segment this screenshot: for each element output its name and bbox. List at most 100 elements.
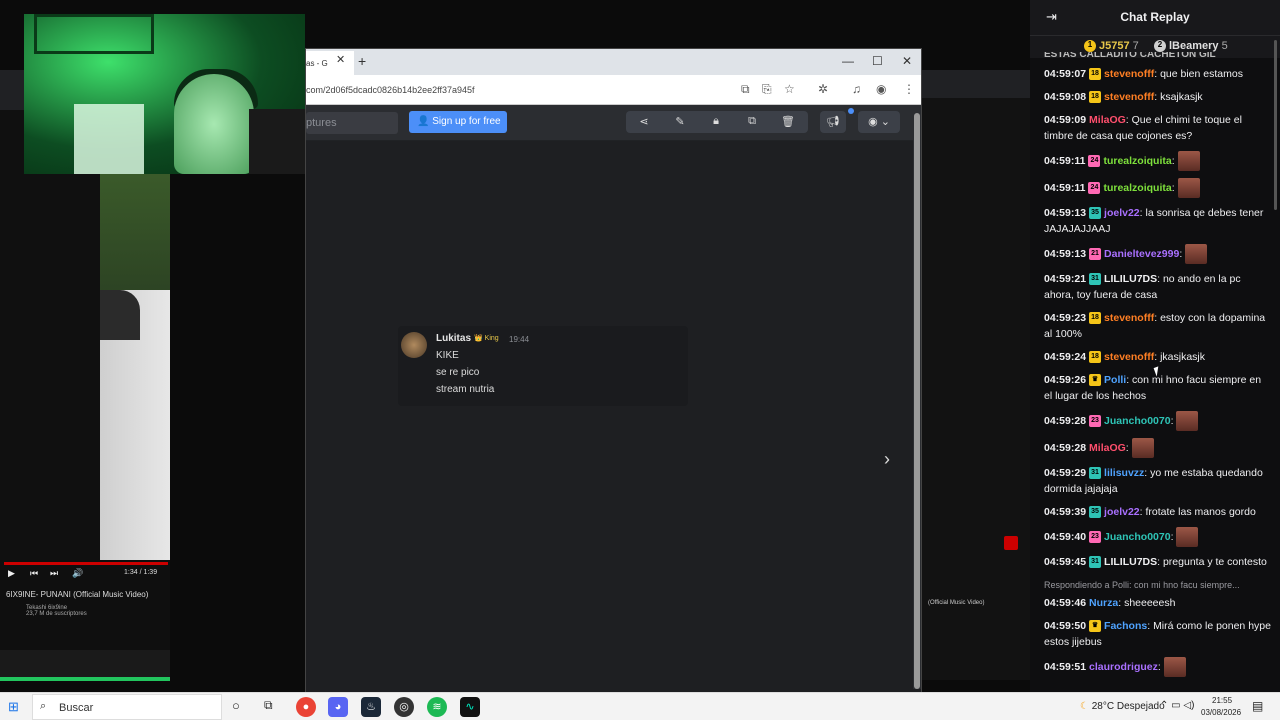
chat-message: 04:59:28 23 Juancho0070: [1044, 411, 1272, 431]
trash-icon[interactable]: 🗑︎ [770, 111, 806, 133]
chat-message: 04:59:39 35 joelv22: frotate las manos gor… [1044, 506, 1256, 519]
chat-username[interactable]: LILILU7DS [1104, 273, 1157, 285]
audio-app-icon[interactable]: ∿ [460, 697, 480, 717]
sub-badge: 18 [1089, 312, 1102, 325]
chat-username[interactable]: turealzoiquita [1103, 155, 1171, 167]
close-tab-icon[interactable]: ✕ [336, 53, 345, 66]
chat-username[interactable]: Polli [1104, 374, 1126, 386]
address-bar: com/2d06f5dcadc0826b14b2ee2ff37a945f ⧉ ⎘… [306, 75, 921, 105]
signup-button[interactable]: 👤 Sign up for free [409, 111, 507, 133]
crown-badge-icon: ♛ [1089, 620, 1102, 633]
sub-badge: 21 [1089, 248, 1102, 260]
chat-username[interactable]: stevenofff [1104, 351, 1154, 363]
chat-message: 04:59:29 31 lilisuvzz: yo me estaba quedan… [1044, 467, 1263, 495]
leader-entry: 1 J5757 7 [1084, 40, 1139, 53]
chat-replay-panel: ⇥ Chat Replay 1 J5757 7 2 lBeamery 5 ESTAS… [1030, 0, 1280, 692]
chat-timestamp: 04:59:24 [1044, 351, 1087, 363]
chat-message: 04:59:24 18 stevenofff: jkasjkasjk [1044, 351, 1205, 364]
chat-timestamp: 04:59:13 [1044, 247, 1087, 260]
task-view-icon[interactable]: ⧉ [264, 698, 273, 713]
chat-message: 04:59:07 18 stevenofff: que bien estamos [1044, 68, 1243, 81]
chat-text: ksajkasjk [1160, 91, 1203, 103]
chat-text: que bien estamos [1160, 68, 1243, 80]
spotify-icon[interactable]: ≋ [427, 697, 447, 717]
scrollbar-thumb[interactable] [914, 113, 920, 689]
right-youtube-video [920, 70, 1030, 680]
chat-username[interactable]: lilisuvzz [1104, 467, 1144, 479]
weather-widget[interactable]: ☾ 28°C Despejado [1080, 701, 1165, 712]
sub-badge: 24 [1088, 182, 1101, 194]
chat-username[interactable]: LILILU7DS [1104, 556, 1157, 568]
sub-badge: 35 [1089, 506, 1102, 519]
lock-icon[interactable]: 🔒︎ [698, 111, 734, 133]
chat-username[interactable]: Juancho0070 [1104, 415, 1171, 427]
chat-username[interactable]: joelv22 [1104, 207, 1140, 219]
browser-tab[interactable]: as - G [306, 51, 354, 75]
chat-username[interactable]: stevenofff [1104, 312, 1154, 324]
taskbar-search[interactable]: Buscar [32, 694, 222, 720]
minimize-icon[interactable]: — [842, 54, 854, 68]
chat-title: Chat Replay [1120, 10, 1190, 24]
weather-icon: ☾ [1080, 701, 1089, 712]
chat-username[interactable]: Fachons [1104, 620, 1147, 632]
discord-icon[interactable]: ◕ [328, 697, 348, 717]
youtube-logo-icon [1004, 536, 1018, 550]
install-icon[interactable]: ⎘ [762, 82, 772, 97]
previous-icon: ⏮ [30, 568, 39, 578]
profile-avatar[interactable]: ◉ [876, 82, 886, 96]
chat-timestamp: 04:59:39 [1044, 506, 1087, 518]
chrome-icon[interactable]: ● [296, 697, 316, 717]
pencil-icon[interactable]: ✎ [662, 111, 698, 133]
chat-timestamp: 04:59:40 [1044, 530, 1087, 543]
notification-icon[interactable]: ▤ [1252, 699, 1263, 713]
chat-username[interactable]: stevenofff [1104, 68, 1154, 80]
share-icon[interactable]: ⋖ [626, 111, 662, 133]
reply-context: Respondiendo a Polli: con mi hno facu si… [1044, 580, 1240, 590]
steam-icon[interactable]: ♨ [361, 697, 381, 717]
chat-username[interactable]: claurodriguez [1089, 661, 1158, 673]
next-arrow-icon[interactable]: › [884, 449, 890, 470]
app-toolbar: ptures 👤 Sign up for free ⋖ ✎ 🔒︎ ⧉ 🗑︎ 📢︎… [306, 105, 921, 141]
cortana-icon[interactable]: ○ [232, 698, 240, 713]
volume-icon: 🔊 [72, 568, 84, 578]
translate-icon[interactable]: ⧉ [741, 82, 750, 97]
chat-timestamp: 04:59:08 [1044, 91, 1087, 103]
url-field[interactable]: com/2d06f5dcadc0826b14b2ee2ff37a945f [306, 85, 474, 95]
chat-timestamp: 04:59:23 [1044, 312, 1087, 324]
chat-username[interactable]: Nurza [1089, 597, 1118, 609]
megaphone-icon[interactable]: 📢︎ [820, 111, 846, 133]
screenshot-viewer [306, 141, 921, 693]
leader-entry: 2 lBeamery 5 [1154, 40, 1228, 53]
chat-scrollbar[interactable] [1274, 40, 1277, 210]
bookmark-star-icon[interactable]: ☆ [784, 82, 795, 96]
clock-date[interactable]: 03/08/2026 [1201, 708, 1241, 717]
windows-start-icon[interactable]: ⊞ [8, 699, 19, 715]
chat-username[interactable]: joelv22 [1104, 506, 1140, 518]
chat-header: ⇥ Chat Replay [1030, 0, 1280, 36]
obs-icon[interactable]: ◎ [394, 697, 414, 717]
chat-text: frotate las manos gordo [1145, 506, 1256, 518]
progress-strip [0, 677, 170, 681]
extensions-icon[interactable]: ✲ [818, 82, 828, 96]
chat-username[interactable]: stevenofff [1104, 91, 1154, 103]
media-icon[interactable]: ♫ [852, 82, 861, 96]
new-tab-icon[interactable]: + [358, 53, 366, 69]
video-time: 1:34 / 1:39 [124, 569, 158, 576]
chat-username[interactable]: MilaOG [1089, 114, 1126, 126]
search-input[interactable]: ptures [306, 112, 398, 134]
duplicate-icon[interactable]: ⧉ [734, 111, 770, 133]
user-menu-button[interactable]: ◉ ⌄ [858, 111, 900, 133]
browser-window: as - G ✕ + — ☐ ✕ com/2d06f5dcadc0826b14b… [305, 48, 922, 694]
close-window-icon[interactable]: ✕ [902, 54, 912, 68]
chat-username[interactable]: MilaOG [1089, 442, 1126, 454]
sub-badge: 18 [1089, 351, 1102, 364]
maximize-icon[interactable]: ☐ [872, 54, 883, 68]
clock-time[interactable]: 21:55 [1212, 696, 1232, 705]
chat-username[interactable]: Juancho0070 [1104, 531, 1171, 543]
menu-kebab-icon[interactable]: ⋮ [903, 82, 915, 96]
system-tray-icons[interactable]: ⌃ ▭ ◁) [1160, 700, 1194, 711]
chat-username[interactable]: turealzoiquita [1103, 182, 1171, 194]
chat-timestamp: 04:59:11 [1044, 181, 1086, 194]
notification-dot [848, 108, 854, 114]
chat-username[interactable]: Danieltevez999 [1104, 248, 1179, 260]
